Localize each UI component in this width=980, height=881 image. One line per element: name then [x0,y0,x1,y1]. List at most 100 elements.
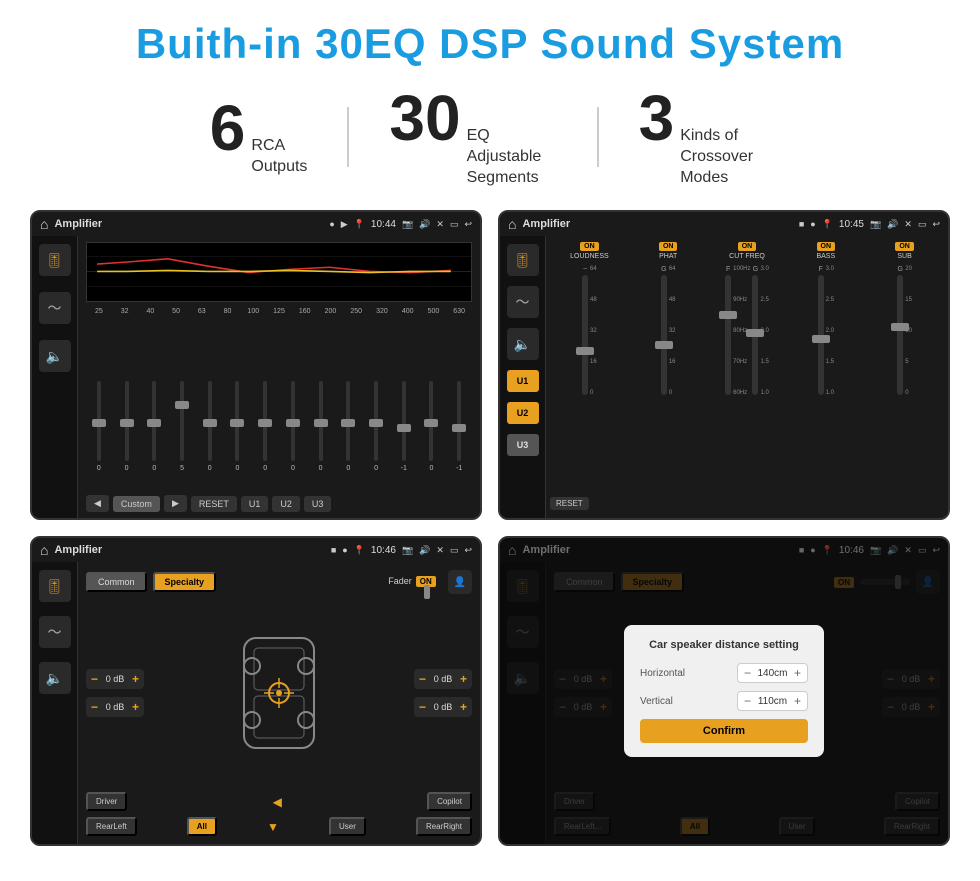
left-channel-controls: − 0 dB + − 0 dB + [86,669,144,717]
eq-track-5 [208,381,212,461]
vertical-plus[interactable]: + [794,694,801,708]
all-btn[interactable]: All [187,817,217,836]
horizontal-plus[interactable]: + [794,666,801,680]
horizontal-label: Horizontal [640,668,731,679]
pin-icon-2: 📍 [822,219,833,230]
sub-slider[interactable] [897,275,903,395]
rearleft-btn[interactable]: RearLeft [86,817,137,836]
db-control-br[interactable]: − 0 dB + [414,697,472,717]
dsp-spk-btn[interactable]: 🔈 [507,328,539,360]
minus-bl[interactable]: − [91,700,98,714]
horizontal-minus[interactable]: − [744,666,751,680]
cross-spk-btn[interactable]: 🔈 [39,662,71,694]
vol-icon-2: 🔊 [887,219,898,230]
db-control-bl[interactable]: − 0 dB + [86,697,144,717]
dsp-reset-btn[interactable]: RESET [550,497,589,510]
cutfreq-on: ON [738,242,757,251]
db-control-tr[interactable]: − 0 dB + [414,669,472,689]
eq-tune-btn[interactable]: 🎚 [39,244,71,276]
eq-speaker-btn[interactable]: 🔈 [39,340,71,372]
freq-320: 320 [369,308,395,315]
eq-val-1: 0 [97,465,101,472]
dsp-side-panel: 🎚 〜 🔈 U1 U2 U3 [500,236,546,518]
eq-next-btn[interactable]: ▶ [164,495,187,512]
cutfreq-slider-g[interactable] [752,275,758,395]
screens-grid: ⌂ Amplifier ● ▶ 📍 10:44 📷 🔊 ✕ ▭ ↩ 🎚 〜 🔈 [30,210,950,846]
minus-tl[interactable]: − [91,672,98,686]
dsp-wave-btn[interactable]: 〜 [507,286,539,318]
pin-icon-3: 📍 [354,545,365,556]
common-tab[interactable]: Common [86,572,147,592]
eq-slider-4[interactable]: 5 [169,381,195,491]
eq-slider-1[interactable]: 0 [86,381,112,491]
dsp-tune-btn[interactable]: 🎚 [507,244,539,276]
cross-user-icon[interactable]: 👤 [448,570,472,594]
db-control-tl[interactable]: − 0 dB + [86,669,144,689]
specialty-tab[interactable]: Specialty [153,572,217,592]
eq-slider-5[interactable]: 0 [197,381,223,491]
eq-thumb-13 [424,419,438,427]
stat-eq: 30 EQ Adjustable Segments [349,86,596,188]
eq-thumb-1 [92,419,106,427]
cross-wave-btn[interactable]: 〜 [39,616,71,648]
rearright-btn[interactable]: RearRight [416,817,472,836]
eq-thumb-10 [341,419,355,427]
horizontal-control[interactable]: − 140cm + [737,663,808,683]
eq-track-6 [235,381,239,461]
home-icon-3: ⌂ [40,542,48,558]
vertical-minus[interactable]: − [744,694,751,708]
eq-val-11: 0 [374,465,378,472]
dsp-phat: ON PHAT G 64 48 [631,242,706,512]
dsp-u1-preset[interactable]: U1 [507,370,539,392]
user-btn[interactable]: User [329,817,366,836]
cutfreq-slider-f[interactable] [725,275,731,395]
eq-val-12: -1 [401,465,407,472]
eq-u2-btn[interactable]: U2 [272,496,300,512]
eq-track-2 [125,381,129,461]
confirm-button[interactable]: Confirm [640,719,808,743]
dsp-u2-preset[interactable]: U2 [507,402,539,424]
plus-bl[interactable]: + [132,700,139,714]
eq-val-10: 0 [346,465,350,472]
plus-tr[interactable]: + [460,672,467,686]
eq-u3-btn[interactable]: U3 [304,496,332,512]
eq-slider-6[interactable]: 0 [225,381,251,491]
eq-wave-btn[interactable]: 〜 [39,292,71,324]
eq-slider-13[interactable]: 0 [419,381,445,491]
eq-slider-12[interactable]: -1 [391,381,417,491]
eq-track-11 [374,381,378,461]
plus-br[interactable]: + [460,700,467,714]
minus-br[interactable]: − [419,700,426,714]
dsp-u3-preset[interactable]: U3 [507,434,539,456]
freq-200: 200 [318,308,344,315]
eq-slider-11[interactable]: 0 [363,381,389,491]
stat-rca: 6 RCA Outputs [170,96,348,178]
eq-slider-9[interactable]: 0 [308,381,334,491]
eq-track-3 [152,381,156,461]
pin-icon-1: 📍 [354,219,365,230]
eq-reset-btn[interactable]: RESET [191,496,237,512]
eq-slider-8[interactable]: 0 [280,381,306,491]
bass-slider-f[interactable] [818,275,824,395]
driver-btn[interactable]: Driver [86,792,127,811]
home-icon-1: ⌂ [40,216,48,232]
minus-tr[interactable]: − [419,672,426,686]
eq-val-4: 5 [180,465,184,472]
eq-slider-2[interactable]: 0 [114,381,140,491]
phat-slider[interactable] [661,275,667,395]
eq-slider-14[interactable]: -1 [446,381,472,491]
copilot-btn[interactable]: Copilot [427,792,472,811]
eq-val-6: 0 [236,465,240,472]
eq-slider-3[interactable]: 0 [141,381,167,491]
plus-tl[interactable]: + [132,672,139,686]
cam-icon-2: 📷 [870,219,881,230]
eq-custom-btn[interactable]: Custom [113,496,160,512]
cross-tune-btn[interactable]: 🎚 [39,570,71,602]
eq-u1-btn[interactable]: U1 [241,496,269,512]
vertical-control[interactable]: − 110cm + [737,691,808,711]
eq-slider-7[interactable]: 0 [252,381,278,491]
eq-prev-btn[interactable]: ◀ [86,495,109,512]
loudness-slider-l[interactable] [582,275,588,395]
eq-slider-10[interactable]: 0 [335,381,361,491]
eq-val-13: 0 [430,465,434,472]
